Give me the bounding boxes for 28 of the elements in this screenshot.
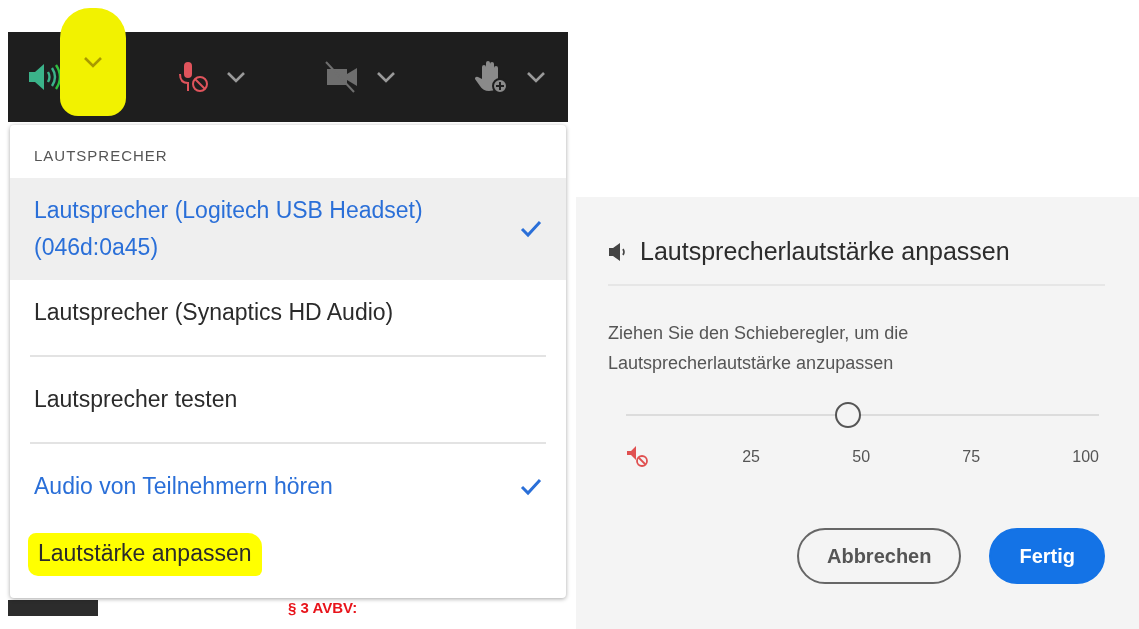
menu-item[interactable]: Lautsprecher (Logitech USB Headset) (046d:0a45) [10,178,566,280]
speaker-icon [28,62,62,92]
menu-item[interactable]: Lautstärke anpassen [10,519,566,590]
menu-item[interactable]: Lautsprecher testen [10,367,566,432]
checkmark-icon [520,477,542,496]
speaker-muted-icon [626,446,650,468]
volume-slider[interactable] [626,402,1099,428]
camera-off-icon [324,61,360,93]
chevron-icon [83,56,103,68]
chevron-icon [226,71,246,83]
speaker-icon [608,241,628,262]
tick-label: 100 [1072,448,1099,466]
chevron-icon [376,71,396,83]
tick-label: 75 [962,448,981,466]
cancel-button[interactable]: Abbrechen [796,528,962,584]
menu-header: LAUTSPRECHER [33,146,169,166]
done-button[interactable]: Fertig [989,528,1105,584]
chevron-icon [526,71,546,83]
menu-item[interactable]: Audio von Teilnehmern hören [10,454,566,519]
tick-label: 25 [742,448,760,466]
slider-thumb[interactable] [835,402,862,428]
microphone-muted-icon [176,60,210,94]
menu-item[interactable]: Lautsprecher (Synaptics HD Audio) [10,280,566,345]
background-heading: § 3 AVBV: [288,599,358,616]
dialog-title: Lautsprecherlautstärke anpassen [640,237,1010,266]
dialog-description: Ziehen Sie den Schieberegler, um die Lautsprecherlautstärke anzupassen [608,322,910,375]
checkmark-icon [520,220,542,238]
tick-label: 50 [852,448,871,466]
